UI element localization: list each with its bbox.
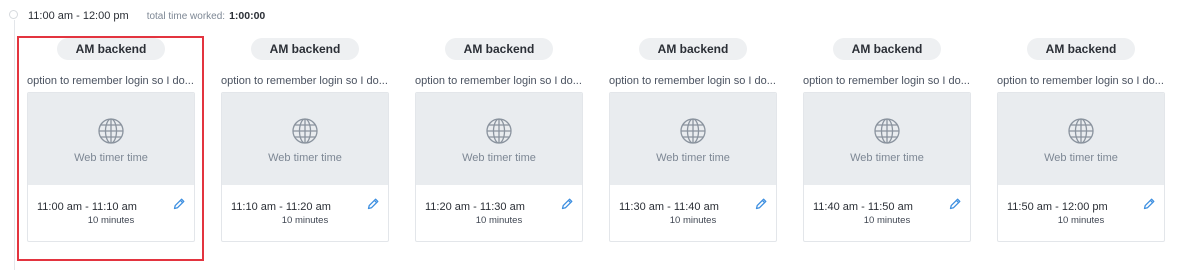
edit-button[interactable] [754,197,768,211]
card-info: 11:00 am - 11:10 am 10 minutes [28,185,194,241]
globe-icon [98,118,124,144]
project-pill[interactable]: AM backend [56,38,166,60]
globe-icon [486,118,512,144]
pencil-icon [173,198,185,210]
card-info: 11:50 am - 12:00 pm 10 minutes [998,185,1164,241]
thumbnail-label: Web timer time [850,152,924,164]
task-description: option to remember login so I do... [997,75,1164,87]
card-duration: 10 minutes [863,215,911,226]
card-time-range: 11:50 am - 12:00 pm [1007,201,1108,213]
card-info: 11:20 am - 11:30 am 10 minutes [416,185,582,241]
screenshot-thumbnail[interactable]: Web timer time [28,93,194,185]
pencil-icon [367,198,379,210]
screenshot-thumbnail[interactable]: Web timer time [610,93,776,185]
card-time-range: 11:00 am - 11:10 am [37,201,137,213]
edit-button[interactable] [172,197,186,211]
globe-icon [874,118,900,144]
thumbnail-label: Web timer time [74,152,148,164]
card-time-range: 11:20 am - 11:30 am [425,201,525,213]
edit-button[interactable] [366,197,380,211]
activity-card-1[interactable]: AM backend option to remember login so I… [221,38,389,242]
thumbnail-label: Web timer time [1044,152,1118,164]
activity-card-2[interactable]: AM backend option to remember login so I… [415,38,583,242]
card-duration: 10 minutes [1057,215,1105,226]
total-time-value: 1:00:00 [229,10,266,22]
activity-card-body[interactable]: Web timer time 11:50 am - 12:00 pm 10 mi… [997,92,1165,242]
pencil-icon [1143,198,1155,210]
card-info: 11:10 am - 11:20 am 10 minutes [222,185,388,241]
activity-card-body[interactable]: Web timer time 11:10 am - 11:20 am 10 mi… [221,92,389,242]
task-description: option to remember login so I do... [609,75,776,87]
project-pill[interactable]: AM backend [250,38,360,60]
card-duration: 10 minutes [281,215,329,226]
card-time-range: 11:10 am - 11:20 am [231,201,331,213]
activity-card-5[interactable]: AM backend option to remember login so I… [997,38,1165,242]
project-pill[interactable]: AM backend [638,38,748,60]
edit-button[interactable] [948,197,962,211]
screenshot-thumbnail[interactable]: Web timer time [804,93,970,185]
pencil-icon [755,198,767,210]
task-description: option to remember login so I do... [221,75,388,87]
thumbnail-label: Web timer time [656,152,730,164]
task-description: option to remember login so I do... [27,75,194,87]
total-time-label: total time worked: [146,10,226,22]
slot-time-range: 11:00 am - 12:00 pm [28,10,129,22]
activity-card-body[interactable]: Web timer time 11:30 am - 11:40 am 10 mi… [609,92,777,242]
card-duration: 10 minutes [669,215,717,226]
project-pill[interactable]: AM backend [1026,38,1136,60]
globe-icon [680,118,706,144]
task-description: option to remember login so I do... [803,75,970,87]
project-pill[interactable]: AM backend [444,38,554,60]
card-duration: 10 minutes [475,215,523,226]
activity-card-4[interactable]: AM backend option to remember login so I… [803,38,971,242]
card-time-range: 11:30 am - 11:40 am [619,201,719,213]
activity-card-0[interactable]: AM backend option to remember login so I… [27,38,195,242]
globe-icon [292,118,318,144]
timeline-dot [9,10,18,19]
edit-button[interactable] [1142,197,1156,211]
card-duration: 10 minutes [87,215,135,226]
edit-button[interactable] [560,197,574,211]
time-slot-header: 11:00 am - 12:00 pm total time worked: 1… [28,9,265,23]
thumbnail-label: Web timer time [462,152,536,164]
card-time-range: 11:40 am - 11:50 am [813,201,913,213]
activity-card-body[interactable]: Web timer time 11:20 am - 11:30 am 10 mi… [415,92,583,242]
thumbnail-label: Web timer time [268,152,342,164]
card-info: 11:40 am - 11:50 am 10 minutes [804,185,970,241]
screenshot-thumbnail[interactable]: Web timer time [416,93,582,185]
activity-card-body[interactable]: Web timer time 11:00 am - 11:10 am 10 mi… [27,92,195,242]
timeline-line [14,20,15,270]
card-info: 11:30 am - 11:40 am 10 minutes [610,185,776,241]
activity-card-body[interactable]: Web timer time 11:40 am - 11:50 am 10 mi… [803,92,971,242]
task-description: option to remember login so I do... [415,75,582,87]
screenshot-thumbnail[interactable]: Web timer time [222,93,388,185]
project-pill[interactable]: AM backend [832,38,942,60]
pencil-icon [561,198,573,210]
activity-card-3[interactable]: AM backend option to remember login so I… [609,38,777,242]
pencil-icon [949,198,961,210]
globe-icon [1068,118,1094,144]
screenshot-thumbnail[interactable]: Web timer time [998,93,1164,185]
